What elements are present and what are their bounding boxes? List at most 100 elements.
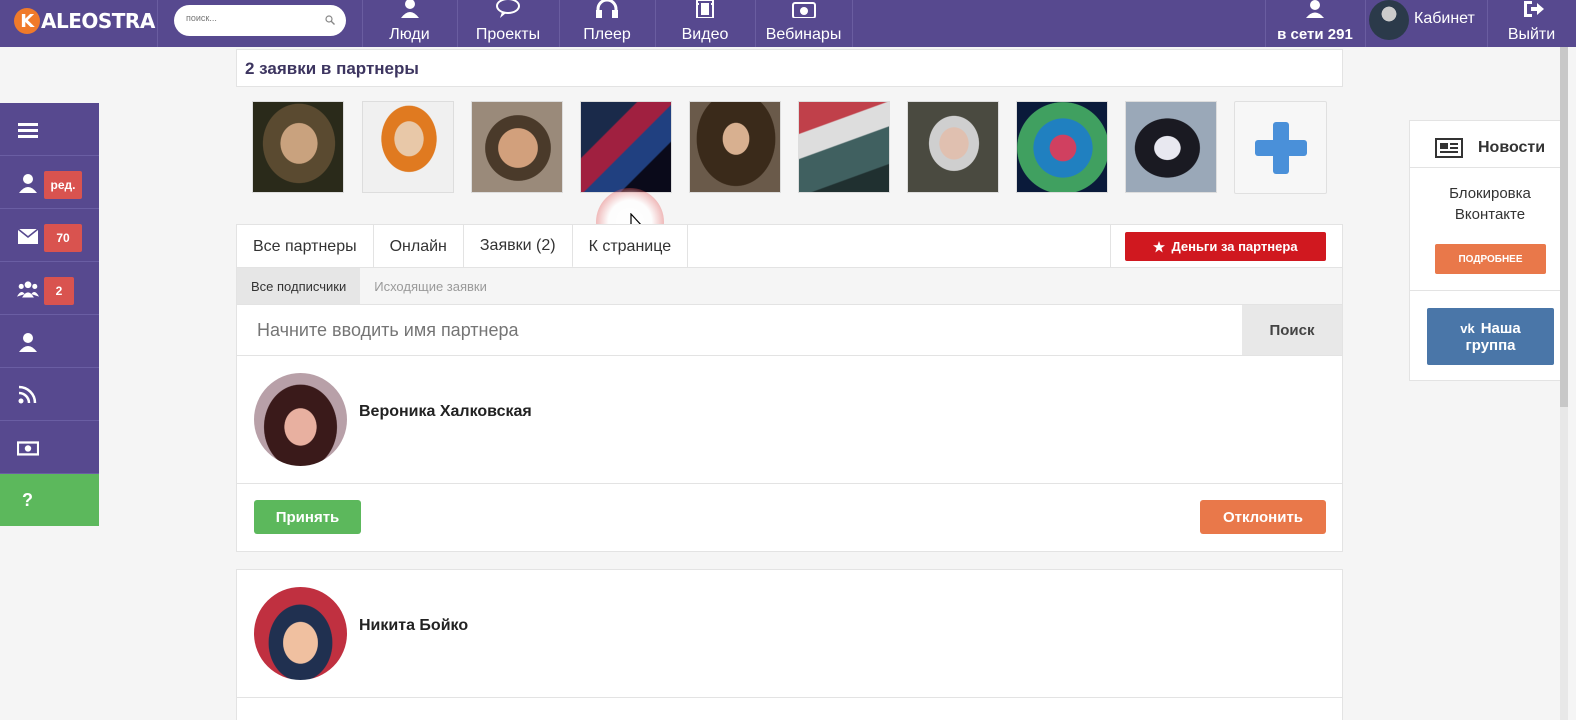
request-name[interactable]: Вероника Халковская xyxy=(359,403,532,421)
rss-icon xyxy=(18,385,37,404)
divider xyxy=(237,697,1342,698)
money-button-label: Деньги за партнера xyxy=(1171,239,1298,254)
logout-label: Выйти xyxy=(1507,26,1556,43)
partner-avatar[interactable] xyxy=(907,101,999,193)
request-card: Никита Бойко xyxy=(236,569,1343,720)
accept-button[interactable]: Принять xyxy=(254,500,361,534)
divider xyxy=(1410,290,1566,291)
newspaper-icon xyxy=(1435,138,1463,158)
nav-label: Люди xyxy=(389,26,430,43)
divider xyxy=(157,0,158,47)
requests-title: 2 заявки в партнеры xyxy=(245,59,419,78)
avatar[interactable] xyxy=(254,373,347,466)
chat-bubble-icon xyxy=(496,0,520,18)
avatar[interactable] xyxy=(254,587,347,680)
partner-avatar[interactable] xyxy=(1016,101,1108,193)
nav-label: Плеер xyxy=(583,26,631,43)
online-users[interactable]: в сети 291 xyxy=(1265,0,1365,47)
group-icon xyxy=(17,281,39,298)
vk-button-label: Наша xyxy=(1480,319,1521,337)
sidebar-money[interactable] xyxy=(0,421,99,474)
partner-avatar[interactable] xyxy=(689,101,781,193)
online-count: в сети 291 xyxy=(1277,26,1353,43)
divider xyxy=(237,483,1342,484)
people-icon xyxy=(400,0,419,18)
partner-avatar[interactable] xyxy=(252,101,344,193)
nav-people[interactable]: Люди xyxy=(362,0,457,47)
edit-badge[interactable]: ред. xyxy=(44,171,82,199)
logo[interactable]: K ALEOSTRA xyxy=(14,6,155,36)
messages-badge: 70 xyxy=(44,224,82,252)
nav-projects[interactable]: Проекты xyxy=(457,0,559,47)
search-icon[interactable] xyxy=(325,15,335,25)
divider xyxy=(1110,225,1111,268)
star-icon xyxy=(1153,240,1166,252)
vk-group-button[interactable]: vk Наша группа xyxy=(1427,308,1554,365)
tab-requests[interactable]: Заявки (2) xyxy=(463,225,573,268)
logout-icon xyxy=(1523,1,1544,17)
left-sidebar: ред. 70 2 ? xyxy=(0,103,99,526)
cabinet-link[interactable]: Кабинет xyxy=(1367,0,1487,40)
sidebar-partners[interactable]: 2 xyxy=(0,262,99,315)
tab-online[interactable]: Онлайн xyxy=(373,225,464,268)
sidebar-user[interactable] xyxy=(0,315,99,368)
divider xyxy=(1410,167,1566,168)
nav-player[interactable]: Плеер xyxy=(559,0,655,47)
divider xyxy=(852,0,853,47)
more-button[interactable]: ПОДРОБНЕЕ xyxy=(1435,244,1546,274)
partner-avatar[interactable] xyxy=(362,101,454,193)
news-text-line: Вконтакте xyxy=(1454,206,1526,223)
help-button[interactable]: ? xyxy=(0,474,99,526)
partners-badge: 2 xyxy=(44,277,74,305)
film-icon xyxy=(696,0,714,18)
partner-search-input[interactable] xyxy=(237,305,1243,355)
partner-avatar[interactable] xyxy=(1125,101,1217,193)
nav-webinars[interactable]: Вебинары xyxy=(755,0,852,47)
user-icon xyxy=(1306,0,1324,18)
nav-label: Проекты xyxy=(475,26,541,43)
sidebar-messages[interactable]: 70 xyxy=(0,209,99,262)
plus-icon xyxy=(1254,121,1307,174)
user-icon xyxy=(19,174,37,193)
decline-button[interactable]: Отклонить xyxy=(1200,500,1326,534)
help-label: ? xyxy=(22,490,33,510)
partners-panel: Все партнеры Онлайн Заявки (2) К страниц… xyxy=(236,224,1343,355)
nav-label: Вебинары xyxy=(765,26,842,43)
partner-search: Поиск xyxy=(237,304,1342,355)
tab-bar: Все партнеры Онлайн Заявки (2) К страниц… xyxy=(237,225,689,268)
partner-avatar[interactable] xyxy=(580,101,672,193)
envelope-icon xyxy=(17,228,39,244)
logout-button[interactable]: Выйти xyxy=(1487,0,1576,47)
news-text-line: Блокировка xyxy=(1449,185,1531,202)
subtab-outgoing-requests[interactable]: Исходящие заявки xyxy=(360,268,501,304)
tab-all-partners[interactable]: Все партнеры xyxy=(237,225,374,268)
tab-to-page[interactable]: К странице xyxy=(572,225,689,268)
money-icon xyxy=(17,441,39,456)
news-header[interactable]: Новости xyxy=(1434,138,1545,158)
nav-label: Видео xyxy=(681,26,729,43)
partner-avatar[interactable] xyxy=(798,101,890,193)
add-partner-button[interactable] xyxy=(1234,101,1327,194)
sidebar-feed[interactable] xyxy=(0,368,99,421)
vk-button-label: группа xyxy=(1465,336,1516,354)
top-navbar: K ALEOSTRA Люди Проекты Плеер Видео Веби… xyxy=(0,0,1576,47)
news-item[interactable]: Блокировка Вконтакте xyxy=(1410,183,1570,225)
menu-icon xyxy=(18,123,38,138)
partner-search-button[interactable]: Поиск xyxy=(1242,305,1342,355)
vk-icon: vk xyxy=(1460,320,1475,336)
partner-avatar[interactable] xyxy=(471,101,563,193)
headphones-icon xyxy=(596,0,618,18)
divider xyxy=(1365,0,1366,47)
nav-video[interactable]: Видео xyxy=(655,0,755,47)
sidebar-profile[interactable]: ред. xyxy=(0,156,99,209)
news-title: Новости xyxy=(1478,139,1546,156)
request-name[interactable]: Никита Бойко xyxy=(359,617,468,635)
subtab-all-subscribers[interactable]: Все подписчики xyxy=(237,268,361,304)
camera-icon xyxy=(791,2,816,18)
subtab-bar: Все подписчики Исходящие заявки xyxy=(237,268,1342,304)
search-input[interactable] xyxy=(186,13,316,23)
sidebar-menu[interactable] xyxy=(0,103,99,156)
scrollbar-thumb[interactable] xyxy=(1560,47,1568,407)
money-for-partner-button[interactable]: Деньги за партнера xyxy=(1125,232,1326,261)
logo-text: ALEOSTRA xyxy=(41,9,155,33)
